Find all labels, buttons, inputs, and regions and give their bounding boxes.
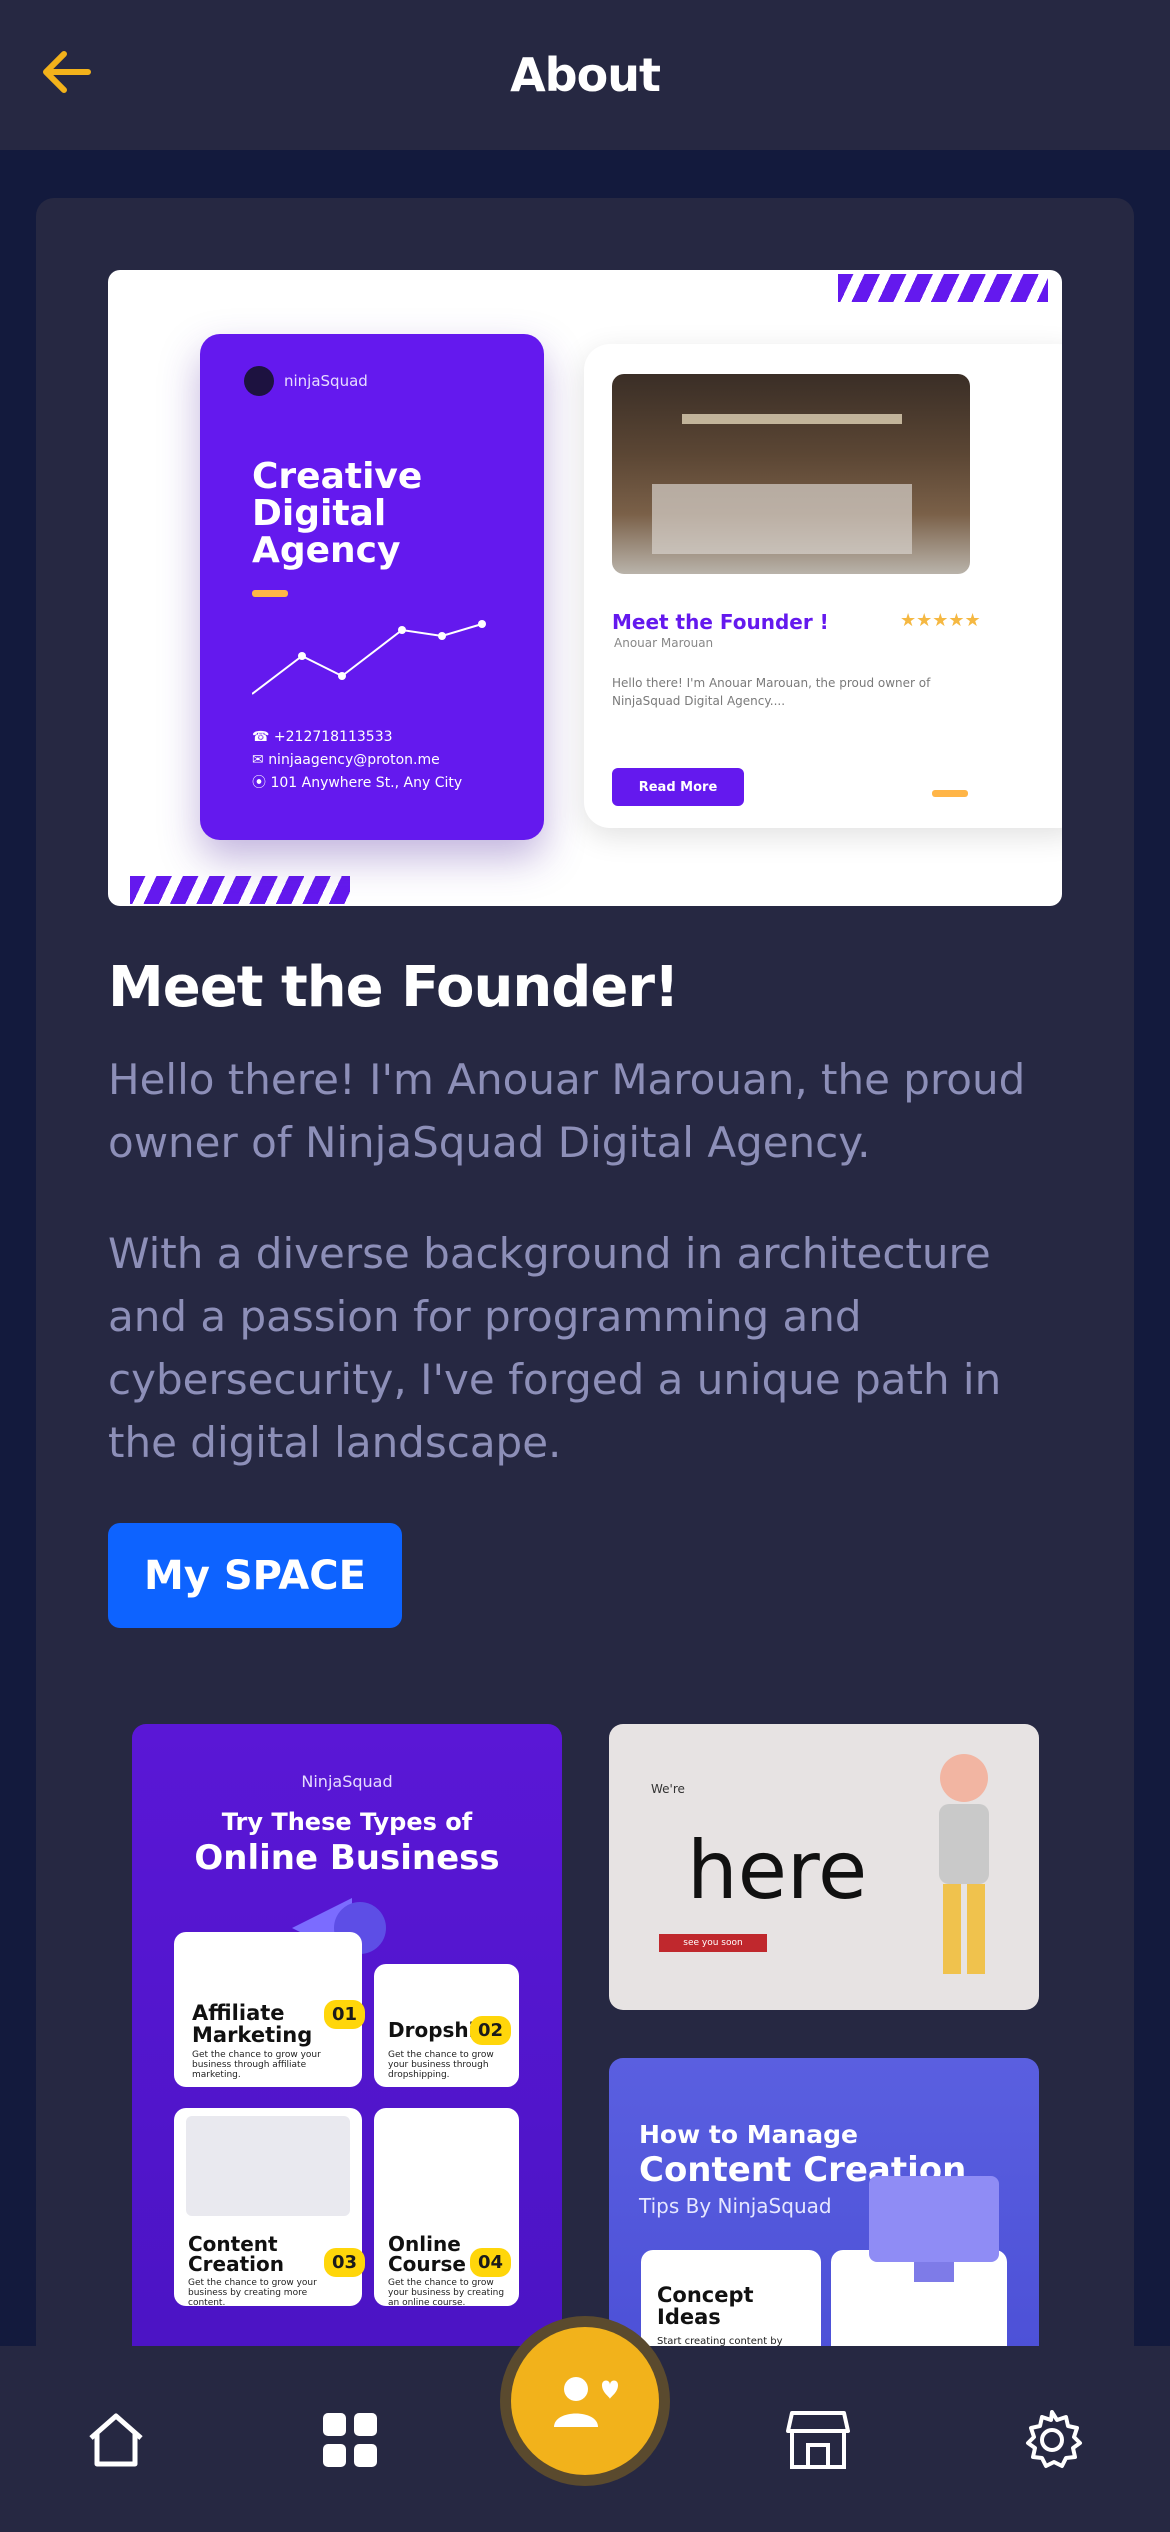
accent-bar <box>932 790 968 797</box>
preview-text: Hello there! I'm Anouar Marouan, the pro… <box>612 676 931 708</box>
gallery-poster-were-here[interactable]: We're here see you soon <box>609 1724 1039 2010</box>
agency-headline: Creative Digital Agency <box>252 456 423 571</box>
arrow-left-icon <box>43 51 91 93</box>
my-space-button[interactable]: My SPACE <box>108 1523 402 1628</box>
line-graph-icon <box>252 620 486 695</box>
gallery-poster-content-creation[interactable]: How to Manage Content Creation Tips By N… <box>609 2058 1039 2388</box>
founder-intro: Hello there! I'm Anouar Marouan, the pro… <box>108 1055 1026 1167</box>
ninja-logo-icon <box>244 366 274 396</box>
location-icon: ⦿ <box>252 775 266 791</box>
users-heart-icon <box>554 2377 618 2427</box>
nav-settings[interactable] <box>1020 2408 1084 2472</box>
character-illustration <box>939 1754 989 1974</box>
poster-tile: Content Creation 03 Get the chance to gr… <box>174 2108 366 2308</box>
gallery-poster-online-business[interactable]: NinjaSquad Try These Types of Online Bus… <box>132 1724 562 2364</box>
store-icon <box>786 2411 850 2469</box>
mail-icon: ✉ <box>252 752 264 768</box>
poster-tile: Online Course 04 Get the chance to grow … <box>374 2108 519 2308</box>
section-title: Meet the Founder! <box>108 955 679 1020</box>
back-button[interactable] <box>36 42 96 102</box>
hero-image: ninjaSquad Creative Digital Agency ☎ +21… <box>108 270 1062 906</box>
read-more-button: Read More <box>612 768 744 806</box>
poster-tile: Dropship 02 Get the chance to grow your … <box>374 1964 519 2087</box>
poster-big-text: here <box>687 1824 868 1917</box>
decor-stripes <box>838 274 1048 302</box>
poster-line3: Tips By NinjaSquad <box>639 2194 832 2218</box>
poster-brand: NinjaSquad <box>301 1772 393 1791</box>
preview-name: Anouar Marouan <box>614 636 714 650</box>
page-title: About <box>510 48 661 102</box>
nav-home[interactable] <box>84 2408 148 2472</box>
preview-title: Meet the Founder ! <box>612 610 829 634</box>
nav-grid[interactable] <box>318 2408 382 2472</box>
monitor-icon <box>869 2176 999 2282</box>
poster-title: Online Business <box>194 1838 500 1878</box>
agency-card: ninjaSquad Creative Digital Agency ☎ +21… <box>200 334 544 840</box>
nav-store[interactable] <box>786 2408 850 2472</box>
poster-subtitle: Try These Types of <box>221 1808 473 1836</box>
agency-brand: ninjaSquad <box>284 372 368 390</box>
office-photo <box>612 374 970 574</box>
poster-line1: How to Manage <box>639 2120 858 2149</box>
rating-stars: ★★★★★ <box>900 610 981 631</box>
founder-bio: With a diverse background in architectur… <box>108 1229 1002 1467</box>
poster-tag: see you soon <box>659 1934 767 1952</box>
home-icon <box>89 2413 143 2467</box>
agency-contacts: ☎ +212718113533 ✉ ninjaagency@proton.me … <box>252 729 463 791</box>
app-header: About <box>0 0 1170 150</box>
phone-icon: ☎ <box>252 729 270 745</box>
gear-icon <box>1026 2410 1082 2468</box>
nav-about-fab[interactable] <box>511 2327 659 2475</box>
poster-tile: Affiliate Marketing 01 Get the chance to… <box>174 1932 366 2087</box>
founder-preview-card: Meet the Founder ! ★★★★★ Anouar Marouan … <box>584 344 1062 828</box>
grid-icon <box>323 2413 377 2467</box>
decor-stripes <box>130 876 350 904</box>
poster-small-text: We're <box>651 1782 685 1796</box>
